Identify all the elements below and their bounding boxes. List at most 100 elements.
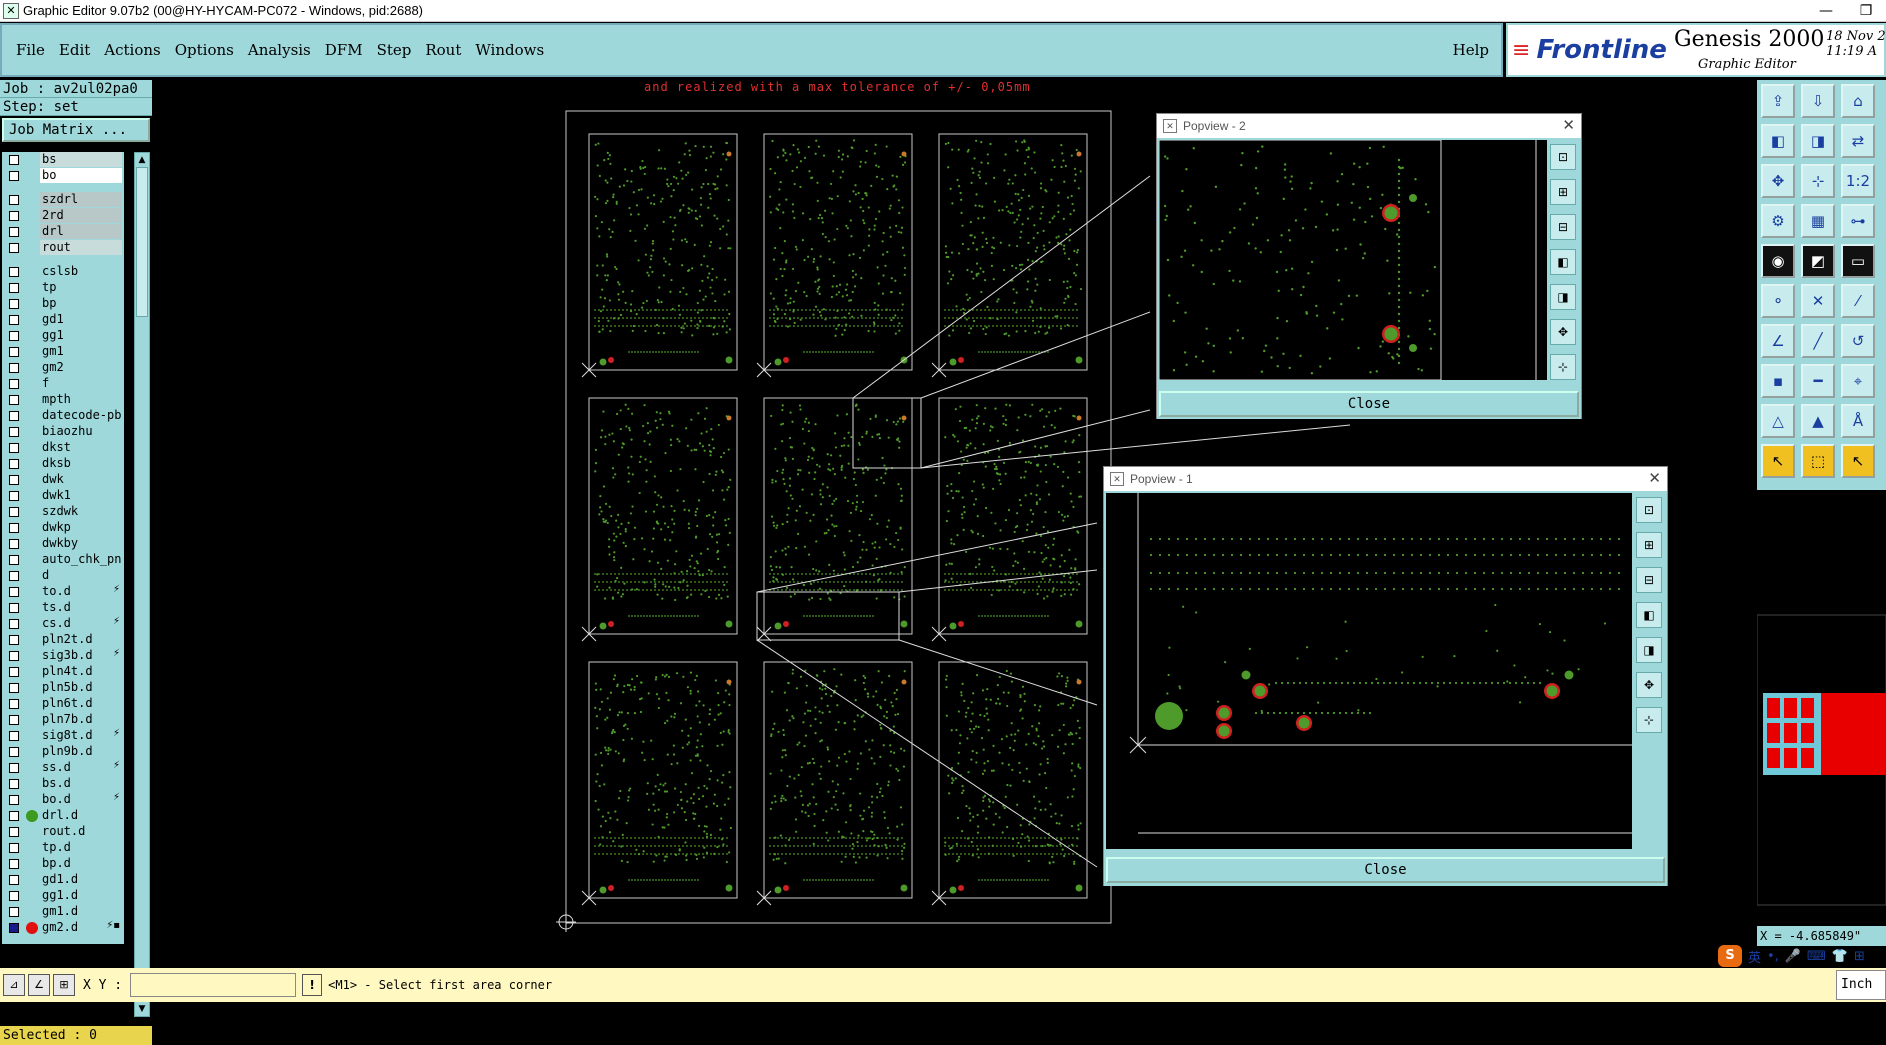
pv1-fit-icon[interactable]: ✥ xyxy=(1636,672,1662,698)
layer-name[interactable]: mpth xyxy=(40,392,122,407)
hline-icon[interactable]: ━ xyxy=(1801,364,1835,398)
layer-row[interactable]: gg1.d xyxy=(2,888,124,904)
layer-checkbox[interactable] xyxy=(9,331,19,341)
layer-checkbox[interactable] xyxy=(9,171,19,181)
layer-name[interactable]: pln6t.d xyxy=(40,696,122,711)
grid-icon[interactable]: ▦ xyxy=(1801,204,1835,238)
layer-name[interactable]: bs.d xyxy=(40,776,122,791)
angle-icon[interactable]: ∠ xyxy=(1761,324,1795,358)
keyboard-icon[interactable]: ⌨ xyxy=(1807,949,1826,964)
menu-help[interactable]: Help xyxy=(1453,41,1489,59)
menu-step[interactable]: Step xyxy=(377,41,412,59)
grid-mode-icon[interactable]: ⊞ xyxy=(53,974,75,996)
layer-name[interactable]: pln2t.d xyxy=(40,632,122,647)
layer-row[interactable]: to.d ⚡ xyxy=(2,584,124,600)
layer-name[interactable]: d xyxy=(40,568,122,583)
scroll-down-icon[interactable]: ▼ xyxy=(135,1002,149,1016)
layer-checkbox[interactable] xyxy=(9,195,19,205)
layer-scrollbar[interactable]: ▲ ▼ xyxy=(134,152,150,1017)
layer-row[interactable]: gd1.d xyxy=(2,872,124,888)
pv2-pan-left-icon[interactable]: ◧ xyxy=(1550,249,1576,275)
layer-name[interactable]: gm2 xyxy=(40,360,122,375)
layer-checkbox[interactable] xyxy=(9,395,19,405)
message-button[interactable]: ! xyxy=(302,974,323,996)
layer-name[interactable]: cslsb xyxy=(40,264,122,279)
layer-row[interactable]: dkst xyxy=(2,440,124,456)
pv2-pan-right-icon[interactable]: ◨ xyxy=(1550,284,1576,310)
layer-name[interactable]: pln4t.d xyxy=(40,664,122,679)
layer-row[interactable]: tp.d xyxy=(2,840,124,856)
layer-row[interactable]: datecode-pbo xyxy=(2,408,124,424)
cross-icon[interactable]: ✕ xyxy=(1801,284,1835,318)
panel-minimap[interactable] xyxy=(1756,490,1886,926)
layer-name[interactable]: pln5b.d xyxy=(40,680,122,695)
layer-checkbox[interactable] xyxy=(9,699,19,709)
layer-checkbox[interactable] xyxy=(9,571,19,581)
layer-checkbox[interactable] xyxy=(9,619,19,629)
job-matrix-button[interactable]: Job Matrix ... xyxy=(2,118,150,142)
layer-name[interactable]: bs xyxy=(40,152,122,167)
triangle-a-icon[interactable]: Å xyxy=(1841,404,1875,438)
layer-checkbox[interactable] xyxy=(9,283,19,293)
layer-name[interactable]: f xyxy=(40,376,122,391)
menu-analysis[interactable]: Analysis xyxy=(248,41,311,59)
layer-checkbox[interactable] xyxy=(9,667,19,677)
layer-row[interactable]: pln5b.d xyxy=(2,680,124,696)
layer-checkbox[interactable] xyxy=(9,491,19,501)
layer-checkbox[interactable] xyxy=(9,363,19,373)
layer-row[interactable]: dksb xyxy=(2,456,124,472)
layer-row[interactable]: ss.d ⚡ xyxy=(2,760,124,776)
layer-name[interactable]: rout.d xyxy=(40,824,122,839)
microphone-icon[interactable]: 🎤 xyxy=(1785,949,1801,964)
layer-row[interactable]: rout.d xyxy=(2,824,124,840)
zoom-area-icon[interactable]: ⊹ xyxy=(1801,164,1835,198)
layer-checkbox[interactable] xyxy=(9,267,19,277)
line-icon[interactable]: ⁄ xyxy=(1841,284,1875,318)
menu-edit[interactable]: Edit xyxy=(59,41,90,59)
layer-row[interactable]: 2rd xyxy=(2,208,124,224)
layer-name[interactable]: gd1.d xyxy=(40,872,122,887)
layer-row[interactable]: drl.d xyxy=(2,808,124,824)
select-lasso-icon[interactable]: ↖ xyxy=(1841,444,1875,478)
layer-row[interactable]: bp xyxy=(2,296,124,312)
layer-row[interactable]: gm2.d ⚡▪ xyxy=(2,920,124,936)
layer-checkbox[interactable] xyxy=(9,603,19,613)
layer-checkbox[interactable] xyxy=(9,427,19,437)
layer-name[interactable]: szdwk xyxy=(40,504,122,519)
layer-name[interactable]: gm1.d xyxy=(40,904,122,919)
save-job-icon[interactable]: ⇩ xyxy=(1801,84,1835,118)
layer-row[interactable]: pln7b.d xyxy=(2,712,124,728)
restore-button[interactable]: ❐ xyxy=(1846,3,1886,19)
layer-name[interactable]: drl xyxy=(40,224,122,239)
menu-file[interactable]: File xyxy=(16,41,45,59)
layer-checkbox[interactable] xyxy=(9,299,19,309)
layer-name[interactable]: dwkby xyxy=(40,536,122,551)
menu-options[interactable]: Options xyxy=(175,41,234,59)
layer-checkbox[interactable] xyxy=(9,891,19,901)
menu-rout[interactable]: Rout xyxy=(425,41,461,59)
layer-row[interactable]: pln4t.d xyxy=(2,664,124,680)
layer-checkbox[interactable] xyxy=(9,843,19,853)
pv1-pan-left-icon[interactable]: ◧ xyxy=(1636,602,1662,628)
layer-name[interactable]: auto_chk_pnl xyxy=(40,552,122,567)
layer-checkbox[interactable] xyxy=(9,539,19,549)
sogou-ime-icon[interactable]: S xyxy=(1718,945,1742,967)
layer-name[interactable]: ts.d xyxy=(40,600,122,615)
layer-row[interactable]: szdwk xyxy=(2,504,124,520)
select-arrow-icon[interactable]: ↖ xyxy=(1761,444,1795,478)
pv2-fit-icon[interactable]: ✥ xyxy=(1550,319,1576,345)
layer-row[interactable]: szdrl xyxy=(2,192,124,208)
layer-row[interactable]: d xyxy=(2,568,124,584)
layer-name[interactable]: dwkp xyxy=(40,520,122,535)
layer-checkbox[interactable] xyxy=(9,859,19,869)
layer-row[interactable]: dwkp xyxy=(2,520,124,536)
layer-checkbox[interactable] xyxy=(9,795,19,805)
xy-input[interactable] xyxy=(130,973,297,997)
step-next-icon[interactable]: ◨ xyxy=(1801,124,1835,158)
layer-row[interactable]: gm1.d xyxy=(2,904,124,920)
layer-name[interactable]: bo.d xyxy=(40,792,122,807)
ime-punct-icon[interactable]: •, xyxy=(1767,949,1779,964)
layer-checkbox[interactable] xyxy=(9,475,19,485)
layer-row[interactable]: gm2 xyxy=(2,360,124,376)
layer-row[interactable]: auto_chk_pnl xyxy=(2,552,124,568)
